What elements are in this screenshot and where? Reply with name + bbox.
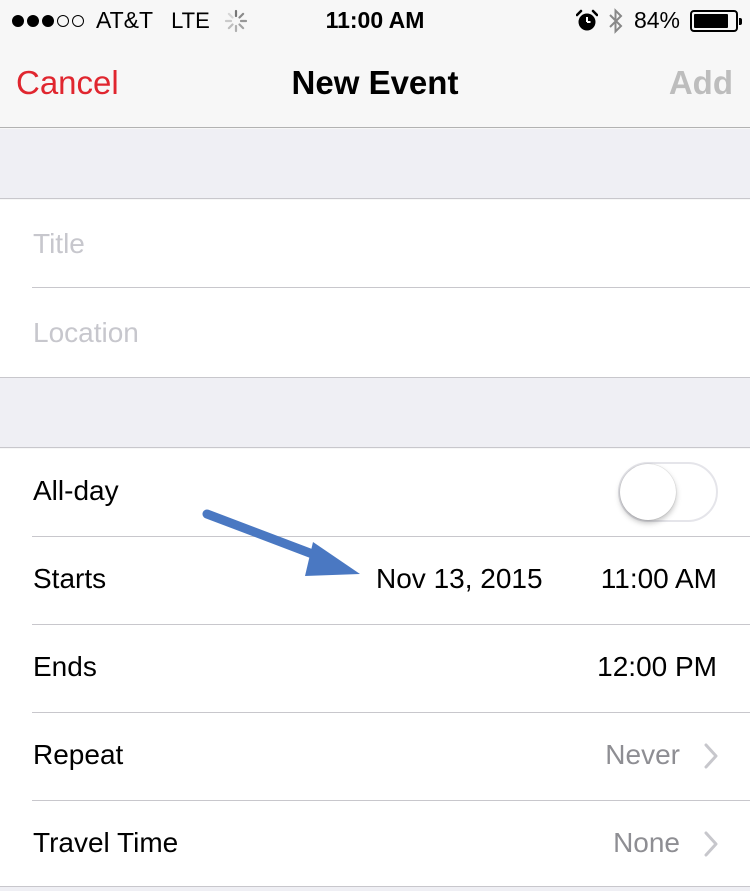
repeat-label: Repeat bbox=[33, 739, 124, 770]
repeat-row[interactable]: Repeat Never bbox=[0, 713, 750, 801]
status-right: 84% bbox=[575, 7, 742, 34]
all-day-row: All-day bbox=[0, 449, 750, 537]
add-button[interactable]: Add bbox=[669, 64, 733, 102]
travel-time-label: Travel Time bbox=[33, 827, 179, 858]
title-cell bbox=[0, 200, 750, 288]
ends-time[interactable]: 12:00 PM bbox=[597, 651, 717, 683]
section-spacer bbox=[0, 377, 750, 448]
starts-label: Starts bbox=[33, 563, 107, 594]
travel-time-value: None bbox=[613, 827, 680, 858]
date-time-group: All-day Starts Nov 13, 2015 11:00 AM End… bbox=[0, 449, 750, 891]
battery-percent: 84% bbox=[633, 7, 680, 33]
page-title: New Event bbox=[291, 64, 459, 101]
bottom-separator bbox=[0, 886, 750, 891]
travel-time-row[interactable]: Travel Time None bbox=[0, 801, 750, 889]
location-cell bbox=[0, 289, 750, 377]
section-spacer bbox=[0, 129, 750, 199]
bluetooth-icon bbox=[609, 7, 623, 34]
all-day-label: All-day bbox=[33, 475, 119, 506]
chevron-right-icon bbox=[704, 743, 718, 769]
starts-time[interactable]: 11:00 AM bbox=[601, 563, 717, 595]
all-day-toggle[interactable] bbox=[618, 462, 718, 522]
divider bbox=[32, 287, 750, 288]
battery-icon bbox=[690, 9, 742, 32]
location-input[interactable] bbox=[33, 289, 713, 377]
toggle-knob bbox=[620, 464, 676, 520]
title-location-group bbox=[0, 200, 750, 377]
battery-fill bbox=[694, 13, 728, 28]
annotation-arrow-icon bbox=[202, 509, 360, 576]
ends-label: Ends bbox=[33, 651, 97, 682]
starts-row[interactable]: Starts Nov 13, 2015 11:00 AM bbox=[0, 537, 750, 625]
title-input[interactable] bbox=[33, 200, 713, 288]
starts-date[interactable]: Nov 13, 2015 bbox=[376, 563, 543, 595]
navigation-bar: Cancel New Event Add bbox=[0, 40, 750, 128]
status-bar: AT&T LTE 11:00 AM 84% bbox=[0, 0, 750, 40]
chevron-right-icon bbox=[704, 831, 718, 857]
alarm-icon bbox=[575, 9, 598, 30]
ends-row[interactable]: Ends 12:00 PM bbox=[0, 625, 750, 713]
repeat-value: Never bbox=[605, 739, 680, 770]
